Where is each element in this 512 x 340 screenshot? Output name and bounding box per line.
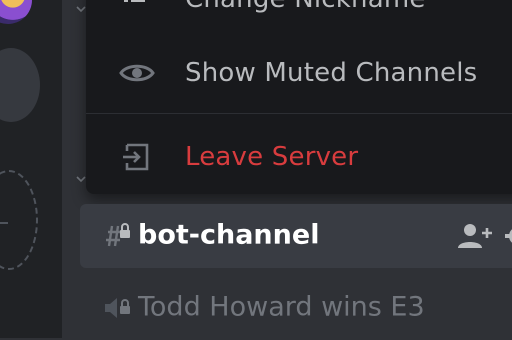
- add-server-button[interactable]: [0, 170, 38, 270]
- server-rail: [0, 0, 62, 338]
- server-context-menu: Change Nickname Show Muted Channels Leav…: [86, 0, 512, 194]
- menu-item-label: Leave Server: [185, 142, 359, 172]
- leave-icon: [118, 142, 156, 172]
- change-nickname-menu-item[interactable]: Change Nickname: [86, 0, 512, 38]
- menu-item-label: Change Nickname: [185, 0, 426, 14]
- server-icon[interactable]: [0, 48, 40, 122]
- show-muted-channels-menu-item[interactable]: Show Muted Channels: [86, 44, 512, 102]
- eye-icon: [118, 58, 156, 88]
- gear-icon[interactable]: [504, 222, 512, 250]
- channel-row-todd-howard-wins-e3[interactable]: Todd Howard wins E3: [80, 276, 512, 340]
- chevron-down-icon[interactable]: [76, 174, 86, 184]
- channel-row-bot-channel[interactable]: bot-channel: [80, 204, 512, 268]
- leave-server-menu-item[interactable]: Leave Server: [86, 128, 512, 186]
- channel-name: bot-channel: [138, 219, 320, 251]
- chevron-down-icon[interactable]: [76, 4, 86, 14]
- locked-text-channel-icon: [106, 223, 130, 247]
- create-invite-icon[interactable]: [456, 221, 496, 251]
- menu-item-label: Show Muted Channels: [185, 58, 478, 88]
- locked-voice-channel-icon: [105, 298, 130, 318]
- plus-icon: [0, 222, 8, 224]
- server-icon[interactable]: [0, 0, 32, 24]
- channel-name: Todd Howard wins E3: [138, 291, 425, 323]
- menu-separator: [86, 113, 512, 114]
- pencil-icon: [118, 0, 156, 24]
